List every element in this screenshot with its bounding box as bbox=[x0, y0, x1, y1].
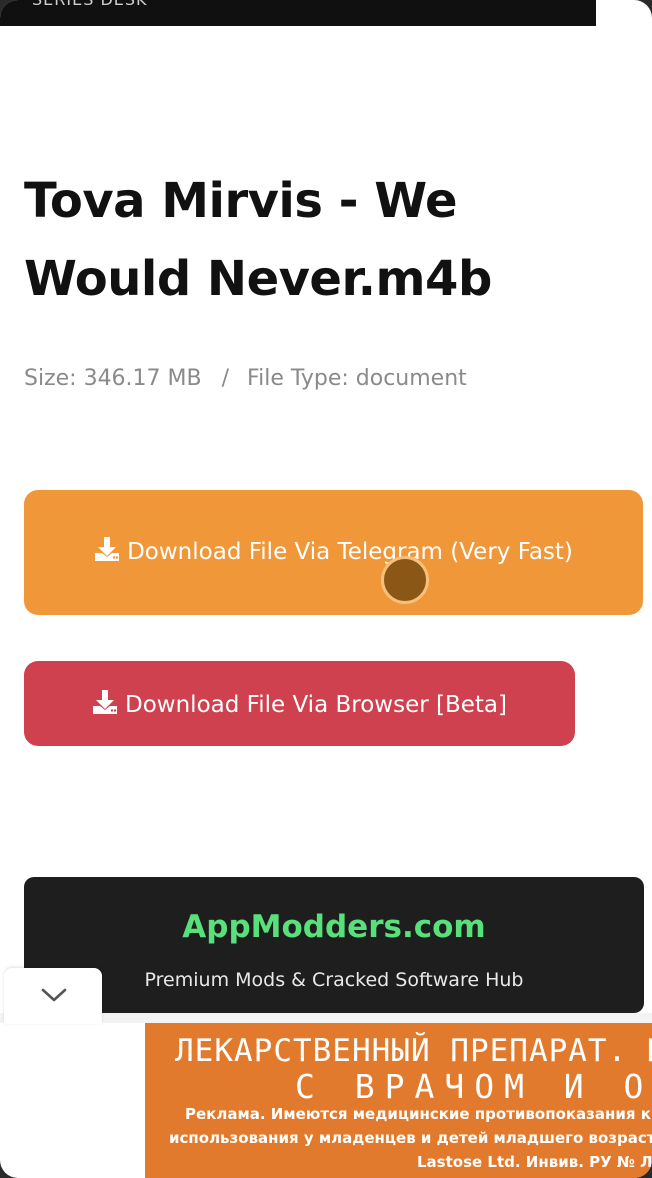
download-telegram-content: Download File Via Telegram (Very Fast) bbox=[94, 533, 573, 572]
download-icon bbox=[93, 690, 118, 714]
download-telegram-button[interactable]: Download File Via Telegram (Very Fast) bbox=[24, 490, 643, 615]
page: SERIES DESK Tova Mirvis - We Would Never… bbox=[0, 0, 652, 1178]
download-browser-content: Download File Via Browser [Beta] bbox=[92, 689, 507, 718]
ad-banner-subheadline: С ВРАЧОМ И ОЗН bbox=[295, 1067, 652, 1106]
meta-separator: / bbox=[221, 366, 230, 391]
ad-banner[interactable]: ЛЕКАРСТВЕННЫЙ ПРЕПАРАТ. П С ВРАЧОМ И ОЗН… bbox=[145, 1023, 652, 1178]
ad-banner-disclaimer-3: Lastose Ltd. Инвив. РУ № Л bbox=[417, 1153, 652, 1171]
file-size: Size: 346.17 MB bbox=[24, 366, 202, 391]
file-title: Tova Mirvis - We Would Never.m4b bbox=[24, 173, 492, 307]
top-banner-text: SERIES DESK bbox=[32, 0, 148, 9]
ad-banner-disclaimer-1: Реклама. Имеются медицинские противопока… bbox=[185, 1105, 652, 1123]
touch-indicator bbox=[381, 556, 429, 604]
download-browser-button[interactable]: Download File Via Browser [Beta] bbox=[24, 661, 575, 746]
file-type: File Type: document bbox=[247, 366, 467, 391]
ad-site-name: AppModders.com bbox=[182, 909, 486, 945]
ad-tagline: Premium Mods & Cracked Software Hub bbox=[144, 969, 524, 991]
chevron-down-icon bbox=[41, 988, 67, 1002]
file-meta: Size: 346.17 MB / File Type: document bbox=[24, 366, 467, 391]
ad-banner-disclaimer-2: использования у младенцев и детей младше… bbox=[169, 1129, 652, 1147]
download-browser-label: Download File Via Browser [Beta] bbox=[125, 692, 507, 718]
ad-collapse-button[interactable] bbox=[4, 968, 102, 1024]
download-icon bbox=[95, 537, 120, 561]
ad-banner-headline: ЛЕКАРСТВЕННЫЙ ПРЕПАРАТ. П bbox=[175, 1033, 652, 1069]
ad-appmodders[interactable]: AppModders.com Premium Mods & Cracked So… bbox=[24, 877, 644, 1013]
download-telegram-label: Download File Via Telegram (Very Fast) bbox=[127, 539, 573, 565]
top-banner: SERIES DESK bbox=[0, 0, 596, 26]
